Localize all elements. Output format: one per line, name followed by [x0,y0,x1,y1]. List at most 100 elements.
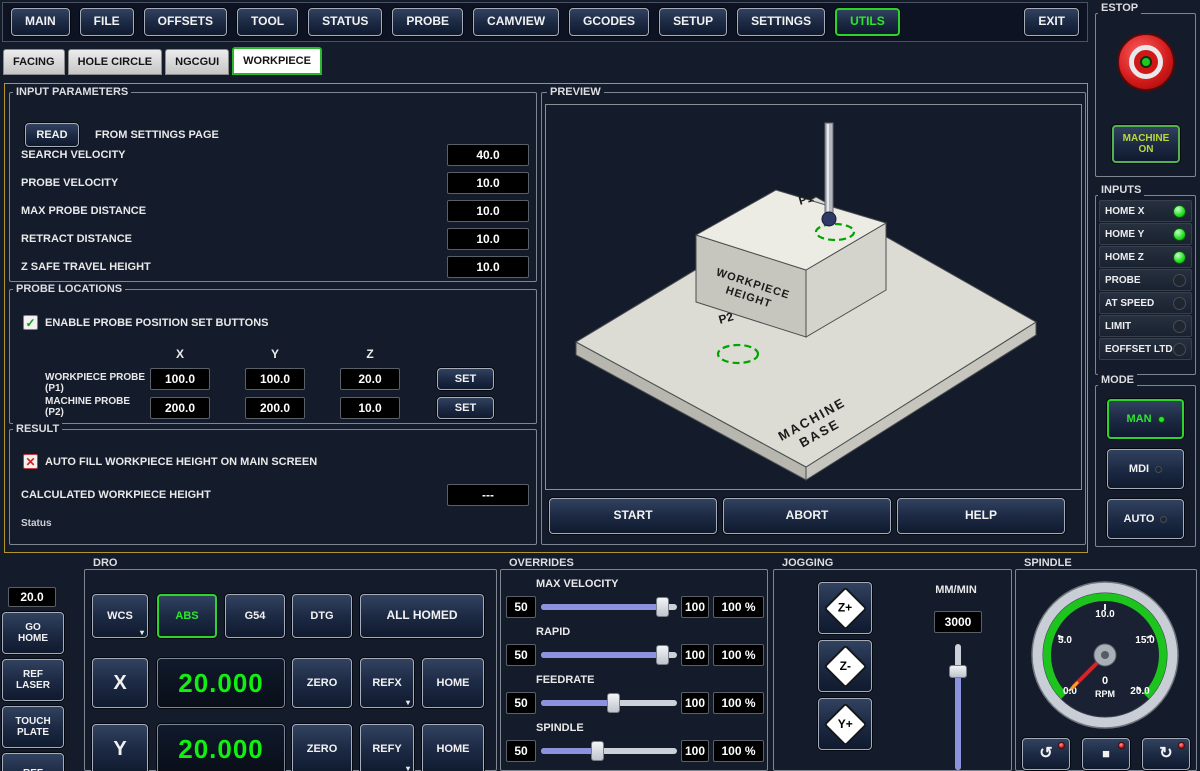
read-button[interactable]: READ [25,123,79,147]
wcs-dropdown-button[interactable]: WCS ▾ [92,594,148,638]
slider-handle[interactable] [949,665,967,678]
g54-button[interactable]: G54 [225,594,285,638]
z-safe-travel-field[interactable]: 10.0 [447,256,529,278]
column-header-y: Y [245,347,305,361]
ref-laser-button[interactable]: REF LASER [2,659,64,701]
feedrate-label: FEEDRATE [536,674,594,686]
tab-ngcgui[interactable]: NGCGUI [165,49,229,75]
input-row-home-z: HOME Z [1099,246,1192,268]
tab-facing[interactable]: FACING [3,49,65,75]
search-velocity-field[interactable]: 40.0 [447,144,529,166]
inputs-caption: INPUTS [1098,184,1144,196]
dtg-button[interactable]: DTG [292,594,352,638]
estop-button[interactable] [1117,33,1175,91]
jog-z-minus-button[interactable]: Z- [818,640,872,692]
menu-probe[interactable]: PROBE [392,8,463,36]
input-row-eoffset: EOFFSET LTD [1099,338,1192,360]
jog-y-plus-button[interactable]: Y+ [818,698,872,750]
max-probe-distance-field[interactable]: 10.0 [447,200,529,222]
read-note-label: FROM SETTINGS PAGE [95,129,219,141]
p1-z-field[interactable]: 20.0 [340,368,400,390]
rapid-slider[interactable] [541,644,677,666]
jog-z-minus-label: Z- [839,659,850,673]
p1-set-button[interactable]: SET [437,368,494,390]
p2-set-button[interactable]: SET [437,397,494,419]
mode-auto-button[interactable]: AUTO [1107,499,1184,539]
rapid-label: RAPID [536,626,570,638]
spindle-forward-button[interactable]: ↻ [1142,738,1190,770]
preview-caption: PREVIEW [547,86,604,98]
tab-hole-circle[interactable]: HOLE CIRCLE [68,49,163,75]
p1-x-field[interactable]: 100.0 [150,368,210,390]
slider-fill [955,672,961,770]
machine-on-button[interactable]: MACHINE ON [1112,125,1180,163]
spindle-rpm-gauge: 0.0 5.0 10.0 15.0 20.0 0 RPM [1030,580,1180,730]
menu-tool[interactable]: TOOL [237,8,298,36]
home-y-led-icon [1173,228,1186,241]
refx-button[interactable]: REFX ▾ [360,658,414,708]
workpiece-probe-row-label: WORKPIECE PROBE (P1) [45,372,145,394]
menu-settings[interactable]: SETTINGS [737,8,825,36]
menu-file[interactable]: FILE [80,8,134,36]
input-parameters-caption: INPUT PARAMETERS [13,86,131,98]
all-homed-button[interactable]: ALL HOMED [360,594,484,638]
estop-caption: ESTOP [1098,2,1141,14]
max-velocity-slider[interactable] [541,596,677,618]
enable-set-buttons-checkbox[interactable] [23,315,38,330]
menu-main[interactable]: MAIN [11,8,70,36]
spindle-stop-button[interactable]: ■ [1082,738,1130,770]
menu-utils[interactable]: UTILS [835,8,900,36]
slider-handle[interactable] [656,597,669,617]
x-zero-button[interactable]: ZERO [292,658,352,708]
jog-rate-slider[interactable] [948,644,968,770]
tab-workpiece[interactable]: WORKPIECE [232,47,322,75]
p2-y-field[interactable]: 200.0 [245,397,305,419]
left-rail-value-field[interactable]: 20.0 [8,587,56,607]
spindle-reverse-button[interactable]: ↺ [1022,738,1070,770]
refy-button[interactable]: REFY ▾ [360,724,414,771]
menu-camview[interactable]: CAMVIEW [473,8,559,36]
rapid-pct-field: 100 % [713,644,764,666]
mode-man-button[interactable]: MAN [1107,399,1184,439]
x-home-button[interactable]: HOME [422,658,484,708]
spindle-slider[interactable] [541,740,677,762]
abs-button[interactable]: ABS [157,594,217,638]
y-axis-button[interactable]: Y [92,724,148,771]
slider-handle[interactable] [607,693,620,713]
menu-status[interactable]: STATUS [308,8,382,36]
ref-button[interactable]: REF [2,753,64,771]
mode-caption: MODE [1098,374,1137,386]
jog-z-plus-label: Z+ [838,601,852,615]
jog-z-plus-button[interactable]: Z+ [818,582,872,634]
mode-mdi-button[interactable]: MDI [1107,449,1184,489]
utility-tabs: FACING HOLE CIRCLE NGCGUI WORKPIECE [3,47,322,75]
autofill-label: AUTO FILL WORKPIECE HEIGHT ON MAIN SCREE… [45,456,317,468]
help-button[interactable]: HELP [897,498,1065,534]
autofill-checkbox[interactable] [23,454,38,469]
jog-rate-field[interactable]: 3000 [934,611,982,633]
p2-z-field[interactable]: 10.0 [340,397,400,419]
menu-offsets[interactable]: OFFSETS [144,8,227,36]
menu-gcodes[interactable]: GCODES [569,8,649,36]
go-home-button[interactable]: GO HOME [2,612,64,654]
probe-velocity-field[interactable]: 10.0 [447,172,529,194]
machine-probe-row-label: MACHINE PROBE (P2) [45,396,145,418]
auto-led-icon [1160,516,1167,523]
p1-y-field[interactable]: 100.0 [245,368,305,390]
feedrate-max-field: 100 [681,692,709,714]
rotate-ccw-icon: ↺ [1039,745,1052,763]
menu-setup[interactable]: SETUP [659,8,727,36]
slider-handle[interactable] [656,645,669,665]
retract-distance-field[interactable]: 10.0 [447,228,529,250]
slider-handle[interactable] [591,741,604,761]
abort-button[interactable]: ABORT [723,498,891,534]
touch-plate-button[interactable]: TOUCH PLATE [2,706,64,748]
x-axis-button[interactable]: X [92,658,148,708]
p2-x-field[interactable]: 200.0 [150,397,210,419]
start-button[interactable]: START [549,498,717,534]
feedrate-slider[interactable] [541,692,677,714]
y-home-button[interactable]: HOME [422,724,484,771]
input-label: AT SPEED [1105,298,1154,309]
y-zero-button[interactable]: ZERO [292,724,352,771]
exit-button[interactable]: EXIT [1024,8,1079,36]
